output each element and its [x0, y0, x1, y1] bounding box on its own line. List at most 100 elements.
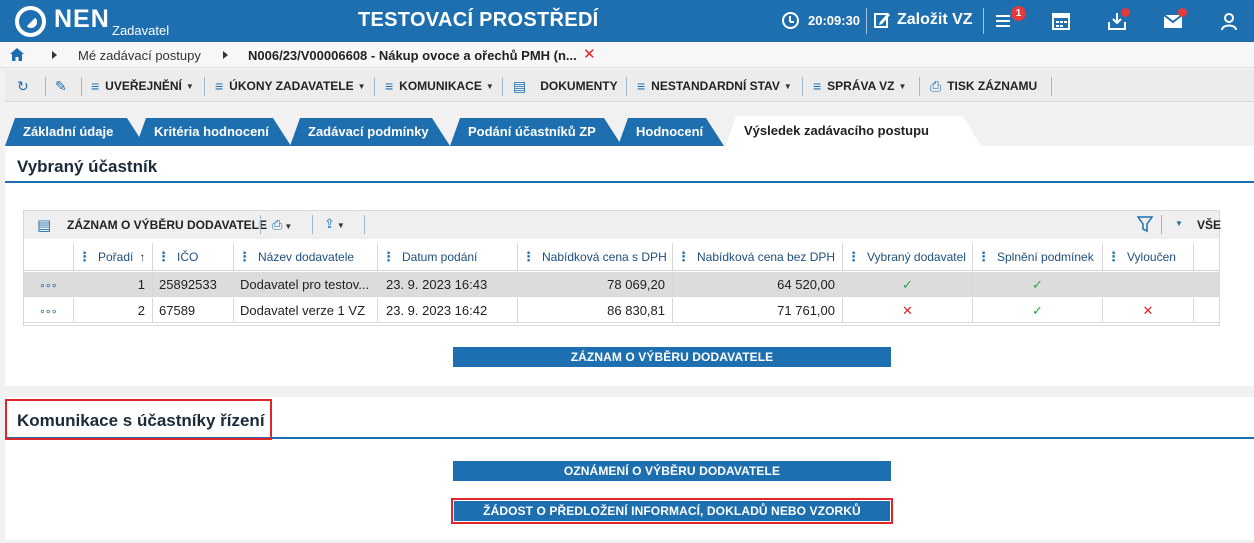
menu-nestandardni-stav[interactable]: ≡ NESTANDARDNÍ STAV ▼ — [637, 70, 792, 102]
col-poradi[interactable]: ⋮ Pořadí ↑ — [74, 243, 153, 271]
kebab-icon: ⋮ — [677, 249, 690, 264]
supplier-selection-record-button[interactable]: ZÁZNAM O VÝBĚRU DODAVATELE — [453, 347, 891, 367]
kebab-icon: ⋮ — [522, 249, 535, 264]
check-icon: ✓ — [902, 277, 913, 292]
menu-sprava-vz[interactable]: ≡ SPRÁVA VZ ▼ — [813, 70, 906, 102]
user-icon[interactable] — [1218, 10, 1240, 32]
export-menu-icon[interactable]: ⇪ ▼ — [324, 216, 345, 232]
cell-vyloucen: ✕ — [1103, 298, 1194, 323]
col-vyloucen[interactable]: ⋮ Vyloučen — [1103, 243, 1194, 271]
list-icon: ≡ — [91, 78, 100, 94]
close-icon[interactable]: ✕ — [583, 45, 596, 63]
list-icon: ≡ — [385, 78, 394, 94]
col-cena-bez-dph[interactable]: ⋮ Nabídková cena bez DPH — [673, 243, 843, 271]
list-icon: ≡ — [813, 78, 822, 94]
kebab-icon: ⋮ — [238, 249, 251, 264]
divider — [364, 215, 365, 234]
divider — [260, 215, 261, 234]
col-cena-s-dph[interactable]: ⋮ Nabídková cena s DPH — [518, 243, 673, 271]
cell-cena-bez-dph: 64 520,00 — [673, 272, 843, 297]
kebab-icon: ⋮ — [977, 249, 990, 264]
divider — [866, 8, 867, 34]
menu-komunikace[interactable]: ≡ KOMUNIKACE ▼ — [385, 70, 494, 102]
edit-icon — [874, 13, 890, 28]
create-vz-button[interactable]: Založit VZ — [897, 11, 973, 29]
cell-vybrany: ✓ — [843, 272, 973, 297]
divider — [919, 77, 920, 96]
calendar-icon[interactable] — [1050, 10, 1072, 32]
table-row[interactable]: ∘∘∘ 1 25892533 Dodavatel pro testov... 2… — [24, 272, 1219, 297]
caret-down-icon[interactable]: ▼ — [1175, 219, 1183, 228]
menu-uverejneni[interactable]: ≡ UVEŘEJNĚNÍ ▼ — [91, 70, 194, 102]
menu-dokumenty[interactable]: ▤ DOKUMENTY — [513, 70, 618, 102]
kebab-icon: ⋮ — [78, 249, 91, 264]
divider — [983, 8, 984, 34]
nen-logo-icon — [15, 6, 46, 37]
tab-zadavaci-podminky[interactable]: Zadávací podmínky — [290, 118, 450, 146]
tab-zakladni-udaje[interactable]: Základní údaje — [5, 118, 145, 146]
breadcrumb-arrow-icon — [223, 51, 228, 59]
notification-badge: 1 — [1011, 6, 1026, 21]
request-documents-button[interactable]: ŽÁDOST O PŘEDLOŽENÍ INFORMACÍ, DOKLADŮ N… — [451, 498, 893, 524]
refresh-button[interactable]: ↻ — [17, 70, 35, 102]
menu-ukony-zadavatele[interactable]: ≡ ÚKONY ZADAVATELE ▼ — [215, 70, 366, 102]
cell-ico: 67589 — [153, 298, 234, 323]
col-vybrany[interactable]: ⋮ Vybraný dodavatel — [843, 243, 973, 271]
filter-icon[interactable] — [1137, 216, 1153, 233]
divider — [81, 77, 82, 96]
breadcrumb-my-procedures[interactable]: Mé zadávací postupy — [78, 48, 201, 63]
check-icon: ✓ — [1032, 303, 1043, 318]
document-icon: ▤ — [37, 217, 52, 234]
row-menu[interactable]: ∘∘∘ — [24, 272, 74, 297]
cross-icon: ✕ — [902, 303, 913, 318]
col-datum[interactable]: ⋮ Datum podání — [378, 243, 518, 271]
kebab-icon: ⋮ — [157, 249, 170, 264]
supplier-selection-notice-button[interactable]: OZNÁMENÍ O VÝBĚRU DODAVATELE — [453, 461, 891, 481]
col-menu — [24, 243, 74, 271]
table-row[interactable]: ∘∘∘ 2 67589 Dodavatel verze 1 VZ 23. 9. … — [24, 298, 1219, 323]
list-icon: ≡ — [215, 78, 224, 94]
supplier-grid: ▤ ZÁZNAM O VÝBĚRU DODAVATELE ⎙ ▼ ⇪ ▼ ▼ VŠE… — [23, 210, 1221, 326]
printer-icon: ⎙ — [930, 77, 942, 94]
print-record-button[interactable]: ⎙ TISK ZÁZNAMU — [930, 70, 1037, 102]
breadcrumb-arrow-icon — [52, 51, 57, 59]
app-title: TESTOVACÍ PROSTŘEDÍ — [358, 9, 599, 31]
tab-podani-ucastniku[interactable]: Podání účastníků ZP — [450, 118, 622, 146]
grid-header-row: ⋮ Pořadí ↑ ⋮ IČO ⋮ Název dodavatele ⋮ Datum p… — [24, 243, 1219, 271]
filter-all-label[interactable]: VŠE — [1197, 218, 1221, 232]
cell-poradi: 2 — [74, 298, 153, 323]
col-nazev[interactable]: ⋮ Název dodavatele — [234, 243, 378, 271]
breadcrumb-current[interactable]: N006/23/V00006608 - Nákup ovoce a ořechů… — [248, 48, 577, 63]
divider — [626, 77, 627, 96]
logo-text: NEN — [54, 5, 110, 33]
cell-poradi: 1 — [74, 272, 153, 297]
pencil-icon: ✎ — [55, 77, 67, 94]
tab-kriteria-hodnoceni[interactable]: Kritéria hodnocení — [136, 118, 291, 146]
caret-down-icon: ▼ — [485, 81, 494, 91]
cell-nazev: Dodavatel pro testov... — [234, 272, 378, 297]
session-time: 20:09:30 — [808, 13, 861, 28]
edit-button[interactable]: ✎ — [55, 70, 73, 102]
caret-down-icon: ▼ — [783, 81, 792, 91]
col-ico[interactable]: ⋮ IČO — [153, 243, 234, 271]
divider — [1051, 77, 1052, 96]
document-icon: ▤ — [513, 77, 527, 94]
tab-vysledek[interactable]: Výsledek zadávacího postupu — [726, 116, 981, 146]
divider — [204, 77, 205, 96]
more-icon: ∘∘∘ — [39, 306, 58, 318]
cross-icon: ✕ — [1142, 303, 1154, 318]
print-menu-icon[interactable]: ⎙ ▼ — [272, 217, 292, 233]
cell-splneni: ✓ — [973, 272, 1103, 297]
cell-vybrany: ✕ — [843, 298, 973, 323]
highlight-box — [5, 399, 272, 440]
breadcrumb: Mé zadávací postupy N006/23/V00006608 - … — [0, 42, 1254, 68]
section-title-selected-participant: Vybraný účastník — [17, 157, 158, 176]
tab-hodnoceni[interactable]: Hodnocení — [618, 118, 724, 146]
col-splneni[interactable]: ⋮ Splnění podmínek — [973, 243, 1103, 271]
cell-datum: 23. 9. 2023 16:43 — [378, 272, 518, 297]
home-icon[interactable] — [10, 48, 24, 61]
row-menu[interactable]: ∘∘∘ — [24, 298, 74, 323]
grid-toolbar: ▤ ZÁZNAM O VÝBĚRU DODAVATELE ⎙ ▼ ⇪ ▼ ▼ VŠE — [24, 211, 1221, 239]
cell-cena-bez-dph: 71 761,00 — [673, 298, 843, 323]
more-icon: ∘∘∘ — [39, 280, 58, 292]
